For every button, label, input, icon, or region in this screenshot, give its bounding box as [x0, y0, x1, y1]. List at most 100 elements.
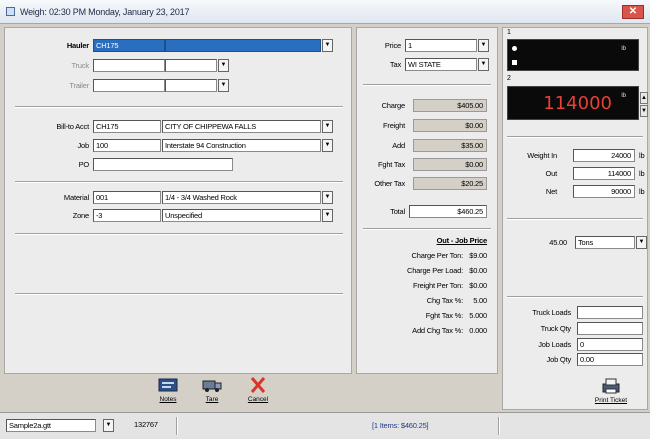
- weight-in-unit: lb: [639, 151, 645, 160]
- job-qty-value: 0.00: [577, 353, 643, 366]
- truck-loads-value: [577, 306, 643, 319]
- pricing-panel: Price 1 ▼ Tax WI STATE ▼ Charge $405.00 …: [356, 27, 498, 374]
- cancel-button[interactable]: Cancel: [240, 373, 276, 413]
- quantity-unit-dropdown-icon[interactable]: ▼: [636, 236, 647, 249]
- status-bar: Sample2a.gtt ▼ 132767 [1 Items: $460.25]: [0, 412, 650, 439]
- charge-per-load-label: Charge Per Load:: [406, 266, 463, 275]
- print-ticket-button[interactable]: Print Ticket: [585, 374, 637, 414]
- scale-2-display[interactable]: 114000 lb: [507, 86, 639, 120]
- price-dropdown-icon[interactable]: ▼: [478, 39, 489, 52]
- weight-out-label: Out: [545, 169, 558, 178]
- trailer-code-field[interactable]: [93, 79, 165, 92]
- notes-button[interactable]: Notes: [150, 373, 186, 413]
- cancel-label: Cancel: [247, 396, 269, 403]
- divider: [363, 84, 491, 86]
- job-label: Job: [77, 141, 90, 150]
- truck-icon: [201, 376, 223, 394]
- close-button[interactable]: ✕: [622, 5, 644, 19]
- scale-2-value: 114000: [543, 93, 612, 114]
- charge-tax-pct-value: 5.00: [473, 296, 487, 305]
- scale-down-arrow-icon[interactable]: ▼: [640, 105, 648, 117]
- notes-label: Notes: [159, 396, 177, 403]
- truck-code-field[interactable]: [93, 59, 165, 72]
- ticket-number: 132767: [134, 420, 158, 429]
- divider: [363, 228, 491, 230]
- divider: [15, 181, 343, 183]
- divider: [176, 417, 178, 435]
- quantity-unit-field[interactable]: Tons: [575, 236, 635, 249]
- freight-label: Freight: [383, 121, 405, 130]
- file-select[interactable]: Sample2a.gtt: [6, 419, 96, 432]
- job-qty-label: Job Qty: [546, 355, 572, 364]
- hauler-label: Hauler: [66, 41, 89, 50]
- tax-dropdown-icon[interactable]: ▼: [478, 58, 489, 71]
- price-label: Price: [384, 41, 401, 50]
- charge-per-ton-value: $9.00: [469, 251, 487, 260]
- truck-qty-value: [577, 322, 643, 335]
- total-value: $460.25: [409, 205, 487, 218]
- material-label: Material: [63, 193, 89, 202]
- scale-1-motion-lamp-icon: [512, 46, 517, 51]
- bill-to-name-field[interactable]: CITY OF CHIPPEWA FALLS: [162, 120, 321, 133]
- freight-tax-value: $0.00: [413, 158, 487, 171]
- weight-out-value[interactable]: 114000: [573, 167, 635, 180]
- bill-to-label: Bill-to Acct: [56, 122, 89, 131]
- freight-value: $0.00: [413, 119, 487, 132]
- truck-dropdown-icon[interactable]: ▼: [218, 59, 229, 72]
- material-dropdown-icon[interactable]: ▼: [322, 191, 333, 204]
- po-field[interactable]: [93, 158, 233, 171]
- zone-name-field[interactable]: Unspecified: [162, 209, 321, 222]
- scale-up-arrow-icon[interactable]: ▲: [640, 92, 648, 104]
- add-charge-tax-pct-label: Add Chg Tax %:: [412, 326, 463, 335]
- zone-label: Zone: [72, 211, 90, 220]
- add-charge-tax-pct-value: 0.000: [469, 326, 487, 335]
- hauler-dropdown-icon[interactable]: ▼: [322, 39, 333, 52]
- print-ticket-label: Print Ticket: [594, 397, 628, 404]
- trailer-name-field[interactable]: [165, 79, 217, 92]
- po-label: PO: [78, 160, 90, 169]
- freight-per-ton-label: Freight Per Ton:: [412, 281, 463, 290]
- tare-label: Tare: [205, 396, 219, 403]
- hauler-code-field[interactable]: CH175: [93, 39, 165, 52]
- price-field[interactable]: 1: [405, 39, 477, 52]
- trailer-label: Trailer: [69, 81, 89, 90]
- tax-field[interactable]: WI STATE: [405, 58, 477, 71]
- charge-value: $405.00: [413, 99, 487, 112]
- material-code-field[interactable]: 001: [93, 191, 161, 204]
- window-title: Weigh: 02:30 PM Monday, January 23, 2017: [20, 6, 190, 17]
- trailer-dropdown-icon[interactable]: ▼: [218, 79, 229, 92]
- printer-icon: [600, 377, 622, 395]
- truck-qty-label: Truck Qty: [540, 324, 572, 333]
- divider: [15, 293, 343, 295]
- job-name-field[interactable]: Interstate 94 Construction: [162, 139, 321, 152]
- bill-to-code-field[interactable]: CH175: [93, 120, 161, 133]
- file-dropdown-icon[interactable]: ▼: [103, 419, 114, 432]
- total-label: Total: [390, 207, 405, 216]
- add-value: $35.00: [413, 139, 487, 152]
- job-code-field[interactable]: 100: [93, 139, 161, 152]
- weight-in-value[interactable]: 24000: [573, 149, 635, 162]
- truck-name-field[interactable]: [165, 59, 217, 72]
- zone-code-field[interactable]: -3: [93, 209, 161, 222]
- weight-net-value: 90000: [573, 185, 635, 198]
- weight-out-unit: lb: [639, 169, 645, 178]
- weight-in-label: Weight In: [527, 151, 557, 160]
- freight-tax-pct-label: Fght Tax %:: [425, 311, 463, 320]
- truck-label: Truck: [71, 61, 90, 70]
- job-dropdown-icon[interactable]: ▼: [322, 139, 333, 152]
- scale-2-label: 2: [507, 75, 511, 82]
- bill-to-dropdown-icon[interactable]: ▼: [322, 120, 333, 133]
- hauler-name-field[interactable]: [165, 39, 321, 52]
- scale-1-display[interactable]: lb: [507, 39, 639, 71]
- divider: [15, 233, 343, 235]
- material-name-field[interactable]: 1/4 - 3/4 Washed Rock: [162, 191, 321, 204]
- zone-dropdown-icon[interactable]: ▼: [322, 209, 333, 222]
- charge-per-ton-label: Charge Per Ton:: [411, 251, 464, 260]
- tare-button[interactable]: Tare: [194, 373, 230, 413]
- scale-1-label: 1: [507, 29, 511, 36]
- freight-tax-label: Fght Tax: [377, 160, 405, 169]
- divider: [507, 136, 643, 138]
- weight-net-label: Net: [545, 187, 557, 196]
- scale-panel: 1 lb 2 114000 lb ▲ ▼ Weight In 24000 lb …: [502, 27, 648, 410]
- freight-tax-pct-value: 5.000: [469, 311, 487, 320]
